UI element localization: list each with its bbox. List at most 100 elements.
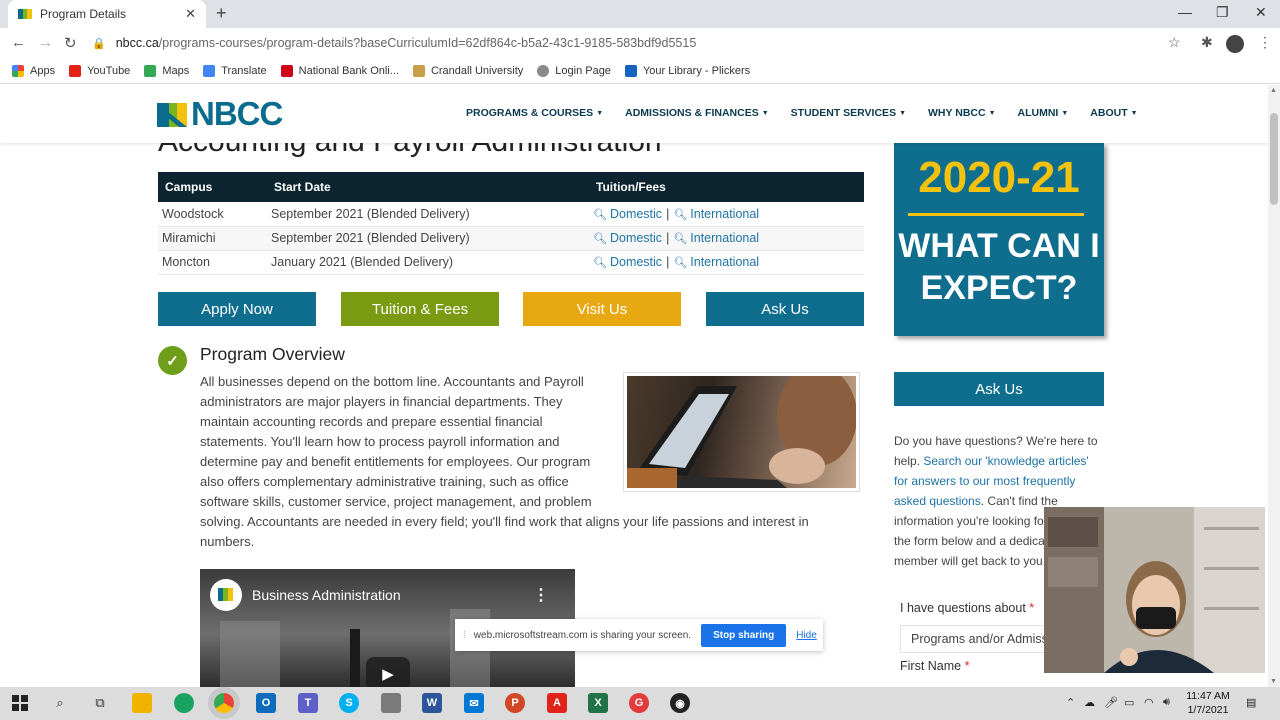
- forward-icon[interactable]: →: [38, 34, 53, 51]
- domestic-link[interactable]: 🔍︎ Domestic: [593, 231, 662, 245]
- main-navigation: PROGRAMS & COURSES ▼ ADMISSIONS & FINANCE…: [466, 107, 1160, 119]
- teams-icon[interactable]: T: [298, 693, 318, 713]
- globe-icon: [537, 64, 550, 77]
- drag-handle-icon[interactable]: ⁞: [463, 630, 466, 641]
- clock-time: 11:47 AM: [1186, 690, 1230, 702]
- bookmark-translate[interactable]: Translate: [203, 64, 267, 77]
- mail-icon[interactable]: ✉: [464, 693, 484, 713]
- campus-cell: Woodstock: [158, 202, 267, 227]
- app-pin-icon[interactable]: ◉: [670, 693, 690, 713]
- nav-programs-courses[interactable]: PROGRAMS & COURSES ▼: [466, 107, 603, 119]
- caret-down-icon: ▼: [761, 110, 769, 117]
- task-view-icon[interactable]: ⧉: [90, 693, 110, 713]
- paint-icon[interactable]: [381, 693, 401, 713]
- battery-icon[interactable]: ▭: [1124, 696, 1134, 709]
- bookmark-national-bank[interactable]: National Bank Onli...: [280, 64, 399, 77]
- excel-icon[interactable]: X: [588, 693, 608, 713]
- bookmark-maps[interactable]: Maps: [144, 64, 189, 77]
- bookmark-star-icon[interactable]: ☆: [1168, 34, 1181, 51]
- skype-icon[interactable]: S: [339, 693, 359, 713]
- edge-icon[interactable]: [174, 693, 194, 713]
- notifications-icon[interactable]: ▤: [1246, 696, 1256, 709]
- volume-icon[interactable]: 🔊︎: [1163, 696, 1170, 709]
- profile-avatar-icon[interactable]: [1226, 35, 1244, 53]
- label-text: I have questions about: [900, 601, 1026, 615]
- bookmark-label: Login Page: [555, 64, 611, 77]
- column-header-start-date: Start Date: [267, 172, 589, 202]
- nbcc-logo[interactable]: NBCC: [157, 95, 283, 133]
- back-icon[interactable]: ←: [11, 34, 26, 51]
- word-icon[interactable]: W: [422, 693, 442, 713]
- start-date-cell: September 2021 (Blended Delivery): [267, 226, 589, 251]
- tuition-fees-button[interactable]: Tuition & Fees: [341, 292, 499, 326]
- nav-why-nbcc[interactable]: WHY NBCC ▼: [928, 107, 996, 119]
- search-icon: 🔍︎: [673, 233, 688, 245]
- address-bar[interactable]: 🔒 nbcc.ca/programs-courses/program-detai…: [92, 32, 1192, 54]
- tab-program-details[interactable]: Program Details ✕: [8, 0, 206, 28]
- nav-admissions-finances[interactable]: ADMISSIONS & FINANCES ▼: [625, 107, 769, 119]
- share-message: web.microsoftstream.com is sharing your …: [473, 629, 692, 641]
- start-date-cell: September 2021 (Blended Delivery): [267, 202, 589, 227]
- tuition-cell: 🔍︎ Domestic | 🔍︎ International: [589, 226, 864, 251]
- file-explorer-icon[interactable]: [132, 693, 152, 713]
- nav-student-services[interactable]: STUDENT SERVICES ▼: [791, 107, 906, 119]
- link-label: International: [690, 255, 760, 269]
- page-scrollbar[interactable]: ▲ ▼: [1268, 85, 1280, 687]
- chrome-icon[interactable]: [214, 693, 234, 713]
- scroll-up-icon[interactable]: ▲: [1270, 87, 1277, 94]
- international-link[interactable]: 🔍︎ International: [673, 207, 759, 221]
- bookmarks-bar: Apps YouTube Maps Translate National Ban…: [0, 58, 1280, 84]
- acrobat-icon[interactable]: A: [547, 693, 567, 713]
- reload-icon[interactable]: ↻: [64, 34, 77, 52]
- scroll-down-icon[interactable]: ▼: [1270, 678, 1277, 685]
- maximize-icon[interactable]: ❐: [1216, 4, 1229, 21]
- photo: [627, 376, 856, 488]
- bookmark-youtube[interactable]: YouTube: [69, 64, 130, 77]
- channel-avatar-icon[interactable]: [210, 579, 242, 611]
- video-title[interactable]: Business Administration: [252, 587, 401, 603]
- scrollbar-thumb[interactable]: [1270, 113, 1278, 205]
- nav-alumni[interactable]: ALUMNI ▼: [1018, 107, 1069, 119]
- tab-close-icon[interactable]: ✕: [185, 6, 196, 22]
- onedrive-icon[interactable]: ☁: [1084, 696, 1095, 709]
- what-can-i-expect-banner[interactable]: 2020-21 WHAT CAN I EXPECT?: [894, 143, 1104, 336]
- window-close-icon[interactable]: ✕: [1255, 4, 1267, 21]
- windows-start-icon[interactable]: [10, 693, 30, 713]
- separator: |: [666, 231, 670, 245]
- minimize-icon[interactable]: —: [1178, 4, 1192, 20]
- ask-us-button[interactable]: Ask Us: [706, 292, 864, 326]
- international-link[interactable]: 🔍︎ International: [673, 231, 759, 245]
- nbcc-favicon-icon: [18, 7, 32, 21]
- logo-text: NBCC: [191, 95, 283, 132]
- video-more-icon[interactable]: ⋮: [533, 585, 549, 605]
- bookmark-login-page[interactable]: Login Page: [537, 64, 611, 77]
- visit-us-button[interactable]: Visit Us: [523, 292, 681, 326]
- table-row: Woodstock September 2021 (Blended Delive…: [158, 202, 864, 227]
- international-link[interactable]: 🔍︎ International: [673, 255, 759, 269]
- bookmark-crandall[interactable]: Crandall University: [412, 64, 523, 77]
- outlook-icon[interactable]: O: [256, 693, 276, 713]
- stop-sharing-button[interactable]: Stop sharing: [701, 623, 787, 647]
- caret-down-icon: ▼: [988, 110, 996, 117]
- campus-cell: Miramichi: [158, 226, 267, 251]
- microphone-icon[interactable]: 🎤︎: [1104, 696, 1118, 709]
- domestic-link[interactable]: 🔍︎ Domestic: [593, 207, 662, 221]
- wifi-icon[interactable]: ◠: [1144, 696, 1154, 709]
- search-icon[interactable]: ⌕: [50, 693, 70, 713]
- bookmark-apps[interactable]: Apps: [12, 64, 55, 77]
- browser-menu-icon[interactable]: ⋮: [1258, 34, 1272, 51]
- apply-now-button[interactable]: Apply Now: [158, 292, 316, 326]
- powerpoint-icon[interactable]: P: [505, 693, 525, 713]
- tray-chevron-icon[interactable]: ⌃: [1066, 696, 1075, 709]
- new-tab-icon[interactable]: +: [216, 3, 227, 24]
- bookmark-plickers[interactable]: Your Library - Plickers: [624, 64, 750, 77]
- grammarly-icon[interactable]: G: [629, 693, 649, 713]
- extensions-icon[interactable]: ✱: [1201, 34, 1213, 51]
- system-clock[interactable]: 11:47 AM 1/7/2021: [1184, 689, 1232, 717]
- domestic-link[interactable]: 🔍︎ Domestic: [593, 255, 662, 269]
- plickers-check-icon: [624, 64, 637, 77]
- sidebar-ask-us-button[interactable]: Ask Us: [894, 372, 1104, 406]
- video-play-icon[interactable]: ▶: [366, 657, 410, 687]
- hide-link[interactable]: Hide: [796, 630, 817, 641]
- nav-about[interactable]: ABOUT ▼: [1090, 107, 1137, 119]
